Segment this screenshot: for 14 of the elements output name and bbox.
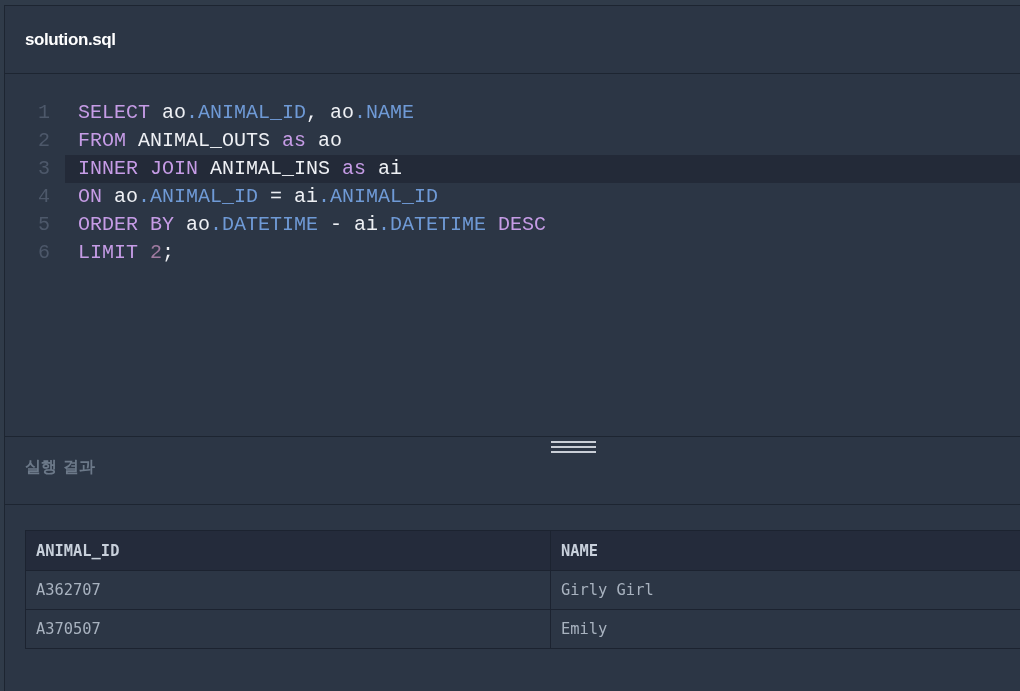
column-header: NAME bbox=[550, 530, 1020, 571]
code-line: SELECT ao.ANIMAL_ID, ao.NAME bbox=[77, 100, 416, 126]
column-header: ANIMAL_ID bbox=[25, 530, 551, 571]
table-cell: A370507 bbox=[25, 609, 551, 649]
file-name-title: solution.sql bbox=[25, 29, 116, 50]
code-line: LIMIT 2; bbox=[77, 240, 176, 266]
code-line: ON ao.ANIMAL_ID = ai.ANIMAL_ID bbox=[77, 184, 440, 210]
table-cell: A362707 bbox=[25, 570, 551, 610]
table-cell: Emily bbox=[550, 609, 1020, 649]
code-line: ORDER BY ao.DATETIME - ai.DATETIME DESC bbox=[77, 212, 548, 238]
drag-handle-icon[interactable] bbox=[551, 441, 596, 453]
table-cell: Girly Girl bbox=[550, 570, 1020, 610]
code-line: FROM ANIMAL_OUTS as ao bbox=[77, 128, 344, 154]
results-title: 실행 결과 bbox=[25, 457, 95, 477]
